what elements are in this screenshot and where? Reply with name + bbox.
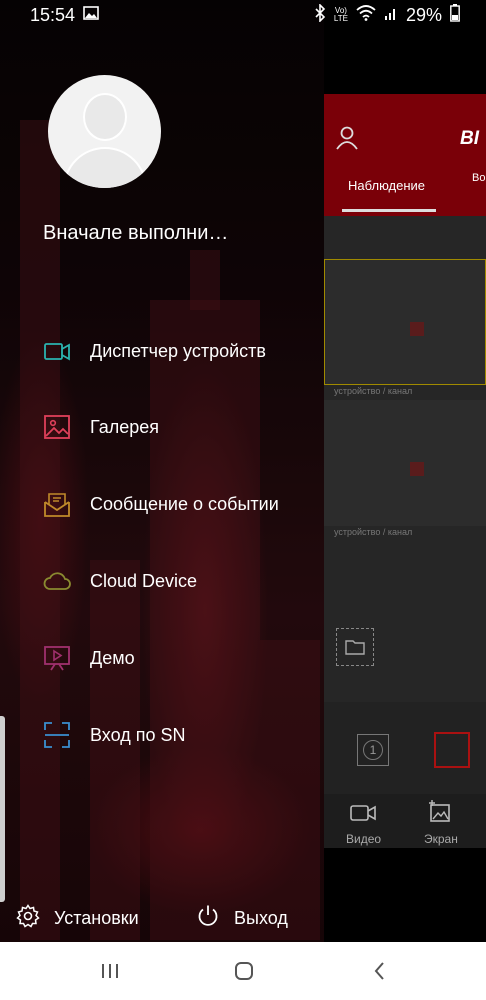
menu-item-event-message[interactable]: Сообщение о событии (0, 476, 324, 532)
lte-text: LTE (333, 14, 348, 23)
settings-button[interactable]: Установки (16, 900, 139, 936)
cloud-icon (42, 566, 72, 596)
status-bar: 15:54 Vo) LTE 29% (0, 0, 486, 30)
edge-panel-handle[interactable] (0, 716, 5, 902)
menu-item-device-manager[interactable]: Диспетчер устройств (0, 323, 324, 379)
power-icon (196, 904, 220, 933)
logout-label: Выход (234, 907, 288, 928)
presentation-icon (42, 643, 72, 673)
user-icon[interactable] (336, 126, 358, 155)
menu-item-label: Демо (90, 647, 135, 668)
tab-monitoring[interactable]: Наблюдение (348, 178, 425, 193)
menu-item-label: Вход по SN (90, 724, 186, 745)
menu-item-label: Cloud Device (90, 570, 198, 591)
menu-item-sn-login[interactable]: Вход по SN (0, 707, 324, 763)
home-icon[interactable] (224, 956, 264, 986)
nav-video-label[interactable]: Видео (346, 832, 381, 846)
battery-icon (450, 3, 460, 27)
system-navigation-bar (0, 942, 486, 1000)
logout-button[interactable]: Выход (196, 900, 288, 936)
avatar[interactable] (48, 75, 161, 188)
pane-indicator (410, 322, 424, 336)
menu-item-label: Сообщение о событии (90, 493, 279, 514)
pane-indicator (410, 462, 424, 476)
pane-label: устройство / канал (334, 527, 413, 537)
avatar-head-shape (83, 93, 127, 141)
menu-item-label: Диспетчер устройств (90, 340, 266, 361)
volte-indicator: Vo) LTE (334, 7, 348, 23)
tab-second[interactable]: Во (472, 172, 485, 184)
recent-apps-icon[interactable] (90, 956, 130, 986)
status-time: 15:54 (30, 4, 76, 25)
scan-icon (42, 720, 72, 750)
avatar-body-shape (63, 147, 147, 188)
menu-item-cloud-device[interactable]: Cloud Device (0, 553, 324, 609)
folder-icon[interactable] (336, 628, 374, 666)
layout-number: 1 (363, 740, 383, 760)
menu-item-label: Галерея (90, 416, 160, 437)
battery-percent: 29% (405, 4, 442, 25)
screenshot-icon[interactable] (428, 800, 452, 829)
nav-screen-label[interactable]: Экран (424, 832, 458, 846)
bg-app-brand: BI (460, 128, 479, 149)
settings-label: Установки (54, 907, 139, 928)
video-pane[interactable] (324, 259, 486, 385)
signal-icon (384, 6, 398, 25)
back-icon[interactable] (360, 956, 400, 986)
gallery-notification-icon (83, 5, 99, 25)
tab-underline (342, 209, 436, 212)
menu-item-gallery[interactable]: Галерея (0, 399, 324, 455)
pane-label: устройство / канал (334, 386, 413, 396)
message-icon (42, 489, 72, 519)
layout-one-button[interactable]: 1 (357, 734, 389, 766)
image-icon (42, 412, 72, 442)
video-camera-icon[interactable] (350, 803, 376, 828)
gear-icon (16, 903, 40, 933)
ptz-button[interactable] (434, 732, 470, 768)
wifi-icon (356, 4, 376, 26)
video-pane[interactable] (324, 400, 486, 526)
menu-item-demo[interactable]: Демо (0, 630, 324, 686)
login-prompt[interactable]: Вначале выполни… (43, 222, 228, 245)
video-camera-icon (42, 336, 72, 366)
bluetooth-icon (314, 2, 326, 27)
